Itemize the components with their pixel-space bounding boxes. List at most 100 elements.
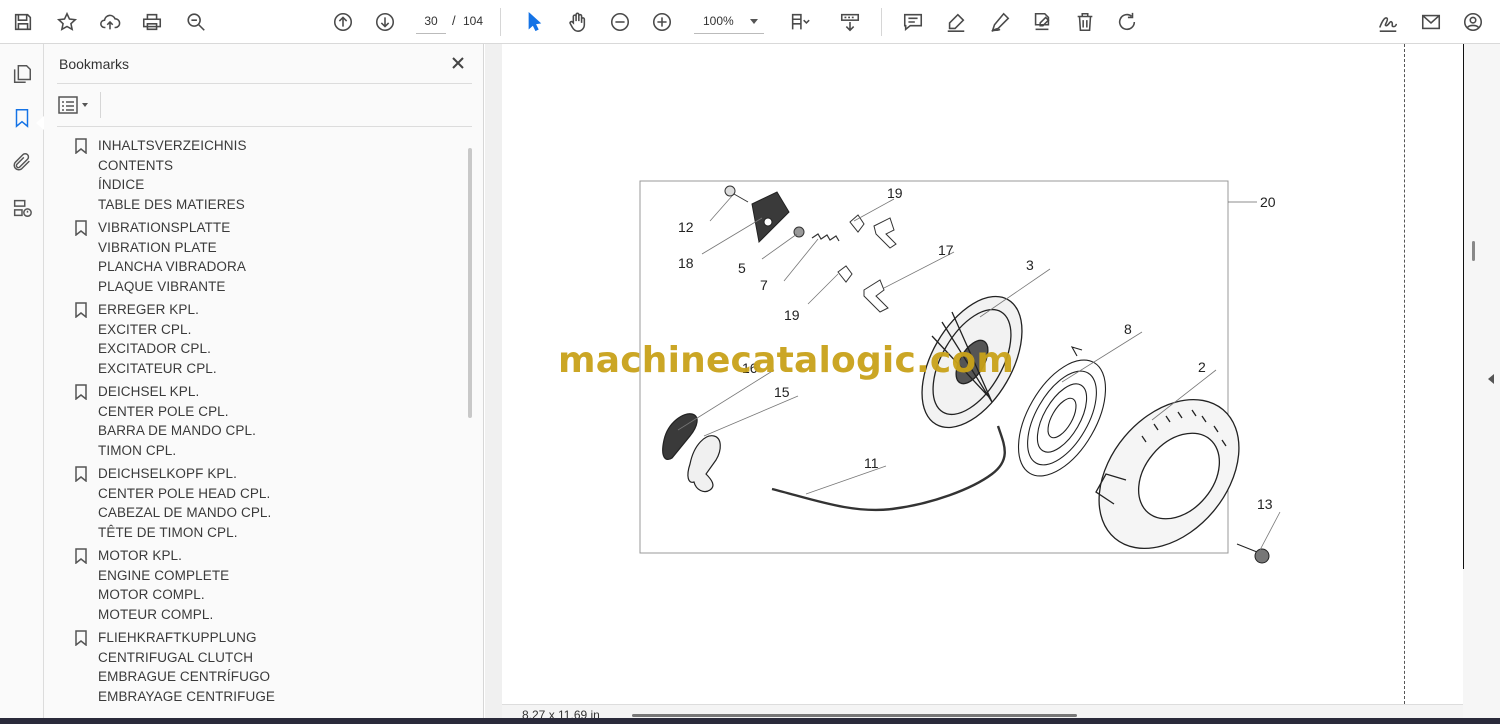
- bookmark-item[interactable]: DEICHSEL KPL. CENTER POLE CPL. BARRA DE MA…: [58, 382, 458, 460]
- part-handle: [662, 413, 721, 493]
- bookmark-label: EXCITER CPL.: [98, 321, 192, 337]
- fit-page-icon[interactable]: [780, 7, 820, 37]
- zoom-value: 100%: [703, 14, 734, 28]
- page-separator: /: [452, 13, 456, 28]
- stamp-icon[interactable]: [1027, 7, 1057, 37]
- comment-icon[interactable]: [898, 7, 928, 37]
- bookmark-label: VIBRATIONSPLATTE: [98, 220, 231, 235]
- draw-icon[interactable]: [985, 7, 1015, 37]
- close-icon[interactable]: [447, 52, 469, 74]
- bookmark-item[interactable]: MOTOR KPL. ENGINE COMPLETE MOTOR COMPL. MOT…: [58, 546, 458, 624]
- bookmark-icon: [75, 220, 87, 237]
- highlight-pen-icon[interactable]: [941, 7, 971, 37]
- bookmark-label: DEICHSELKOPF KPL.: [98, 466, 237, 481]
- bookmark-label: MOTOR COMPL.: [98, 587, 205, 602]
- document-viewport: 12 18 5 7 19 19 17 3 20 8 2 16 15 11 13 …: [485, 44, 1500, 724]
- bookmark-list: INHALTSVERZEICHNIS CONTENTS ÍNDICE TABLE DE…: [58, 136, 458, 724]
- panel-scrollbar[interactable]: [468, 148, 472, 418]
- page-number-input[interactable]: 30: [416, 9, 446, 34]
- bookmark-options-button[interactable]: [58, 93, 94, 117]
- trash-icon[interactable]: [1070, 7, 1100, 37]
- bookmark-item[interactable]: INHALTSVERZEICHNIS CONTENTS ÍNDICE TABLE DE…: [58, 136, 458, 214]
- callout-label: 20: [1260, 194, 1276, 210]
- part-ratchet-large: [873, 217, 897, 249]
- zoom-minus-icon[interactable]: [605, 7, 635, 37]
- bookmark-icon[interactable]: [8, 104, 36, 132]
- panel-title: Bookmarks: [59, 56, 130, 72]
- layers-icon[interactable]: [8, 194, 36, 222]
- zoom-select[interactable]: 100%: [694, 9, 764, 34]
- pages-icon[interactable]: [8, 60, 36, 88]
- main-toolbar: 30 / 104 100%: [0, 0, 1500, 44]
- scroll-mode-icon[interactable]: [835, 7, 865, 37]
- callout-label: 11: [864, 455, 879, 471]
- list-options-icon: [58, 96, 78, 114]
- save-icon[interactable]: [8, 7, 38, 37]
- bookmark-label: ENGINE COMPLETE: [98, 567, 230, 583]
- bookmark-label: TABLE DES MATIERES: [98, 196, 245, 212]
- sign-icon[interactable]: [1373, 7, 1403, 37]
- print-icon[interactable]: [137, 7, 167, 37]
- bookmark-item[interactable]: DEICHSELKOPF KPL. CENTER POLE HEAD CPL. CA…: [58, 464, 458, 542]
- bookmark-label: ERREGER KPL.: [98, 302, 199, 317]
- chevron-down-icon: [750, 19, 758, 24]
- bookmark-label: TIMON CPL.: [98, 442, 177, 458]
- bookmark-item[interactable]: FLIEHKRAFTKUPPLUNG CENTRIFUGAL CLUTCH EMBR…: [58, 628, 458, 706]
- callout-label: 3: [1026, 257, 1034, 273]
- vertical-scrollbar[interactable]: [1472, 241, 1475, 261]
- attachment-icon[interactable]: [8, 148, 36, 176]
- part-rope: [771, 425, 1006, 512]
- arrow-down-circle-icon[interactable]: [370, 7, 400, 37]
- pointer-icon[interactable]: [519, 7, 549, 37]
- navigation-rail: [0, 44, 44, 724]
- bookmark-icon: [75, 302, 87, 319]
- divider: [100, 92, 101, 118]
- active-tab-indicator: [36, 116, 44, 130]
- star-icon[interactable]: [52, 7, 82, 37]
- bookmark-label: EXCITADOR CPL.: [98, 341, 211, 356]
- bookmark-label: PLANCHA VIBRADORA: [98, 259, 246, 274]
- part-ratchet-large: [863, 279, 889, 313]
- chevron-down-icon: [82, 103, 88, 107]
- bookmark-label: CENTER POLE CPL.: [98, 403, 229, 419]
- callout-label: 13: [1257, 496, 1273, 512]
- bookmark-item[interactable]: ERREGER KPL. EXCITER CPL. EXCITADOR CPL. EX…: [58, 300, 458, 378]
- bookmark-label: EMBRAYAGE CENTRIFUGE: [98, 688, 276, 704]
- part-spring: [811, 233, 840, 242]
- callout-label: 5: [738, 260, 746, 276]
- part-starter-cover: [1095, 398, 1240, 550]
- page-total: 104: [463, 14, 484, 28]
- horizontal-scrollbar[interactable]: [632, 714, 1077, 717]
- bookmark-icon: [75, 630, 87, 647]
- account-icon[interactable]: [1458, 7, 1488, 37]
- bookmark-label: CENTER POLE HEAD CPL.: [98, 485, 271, 501]
- zoom-out-magnifier-icon[interactable]: [181, 7, 211, 37]
- part-bolt-13: [1236, 543, 1270, 564]
- bookmark-label: BARRA DE MANDO CPL.: [98, 423, 256, 438]
- callout-label: 12: [678, 219, 694, 235]
- expand-right-panel-icon[interactable]: [1488, 374, 1494, 384]
- bookmark-label: MOTOR KPL.: [98, 548, 183, 563]
- bookmark-label: EMBRAGUE CENTRÍFUGO: [98, 669, 271, 684]
- cloud-upload-icon[interactable]: [95, 7, 125, 37]
- bookmark-item[interactable]: VIBRATIONSPLATTE VIBRATION PLATE PLANCHA V…: [58, 218, 458, 296]
- callout-label: 17: [938, 242, 954, 258]
- zoom-plus-icon[interactable]: [647, 7, 677, 37]
- watermark-text: machinecatalogic.com: [558, 340, 1015, 381]
- hand-icon[interactable]: [562, 7, 592, 37]
- callout-label: 2: [1198, 359, 1206, 375]
- bookmark-label: FLIEHKRAFTKUPPLUNG: [98, 630, 257, 645]
- bookmark-icon: [75, 384, 87, 401]
- divider: [57, 83, 472, 84]
- bookmark-label: TÊTE DE TIMON CPL.: [98, 524, 238, 540]
- bookmark-label: CONTENTS: [98, 157, 174, 173]
- bookmark-label: INHALTSVERZEICHNIS: [98, 138, 247, 153]
- rotate-icon[interactable]: [1112, 7, 1142, 37]
- arrow-up-circle-icon[interactable]: [328, 7, 358, 37]
- toolbar-divider: [500, 8, 501, 36]
- mail-icon[interactable]: [1416, 7, 1446, 37]
- bookmark-icon: [75, 548, 87, 565]
- callout-label: 8: [1124, 321, 1132, 337]
- bookmark-label: EXCITATEUR CPL.: [98, 360, 217, 376]
- taskbar-edge: [0, 718, 1500, 724]
